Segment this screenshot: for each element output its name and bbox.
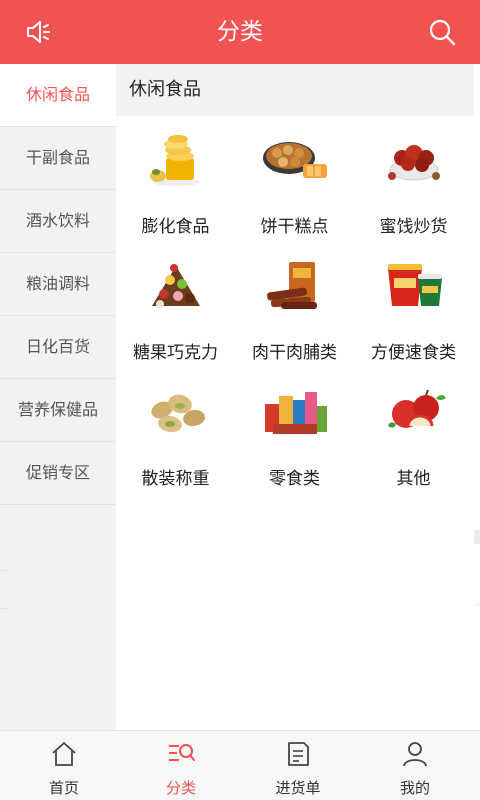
- jerky-icon: [259, 258, 331, 314]
- sidebar-item-label: 营养保健品: [17, 400, 98, 419]
- category-label: 糖果巧克力: [133, 343, 218, 363]
- apple-icon: [378, 384, 450, 440]
- sidebar-item-label: 干副食品: [25, 148, 90, 167]
- category-sidebar: 休闲食品 干副食品 酒水饮料 粮油调料 日化百货 营养保健品 促销专区: [0, 64, 116, 730]
- tab-order-list[interactable]: 进货单: [238, 731, 358, 800]
- section-title: 休闲食品: [116, 64, 474, 116]
- cookies-icon: [259, 132, 331, 188]
- tab-category[interactable]: 分类: [121, 731, 241, 800]
- category-item-instant-food[interactable]: 方便速食类: [354, 242, 473, 368]
- tab-mine[interactable]: 我的: [355, 731, 475, 800]
- sidebar-item-label: 日化百货: [25, 337, 90, 356]
- sidebar-item-label: 休闲食品: [25, 85, 90, 104]
- edge-divider: [0, 570, 8, 571]
- sidebar-item-label: 促销专区: [25, 463, 90, 482]
- scroll-indicator[interactable]: [474, 530, 480, 544]
- category-item-dried-fruit[interactable]: 蜜饯炒货: [354, 116, 473, 242]
- tab-label: 进货单: [275, 779, 321, 797]
- instant-noodle-icon: [378, 258, 450, 314]
- tab-home[interactable]: 首页: [4, 731, 124, 800]
- tab-label: 分类: [165, 779, 196, 797]
- order-list-icon: [284, 740, 312, 768]
- sidebar-item-dry-goods[interactable]: 干副食品: [0, 127, 116, 190]
- search-icon[interactable]: [426, 16, 458, 48]
- page-title: 分类: [217, 19, 263, 45]
- sidebar-item-label: 粮油调料: [25, 274, 90, 293]
- bottom-tab-bar: 首页 分类 进货单 我的: [0, 730, 480, 800]
- sidebar-item-leisure-food[interactable]: 休闲食品: [0, 64, 116, 127]
- sidebar-item-label: 酒水饮料: [25, 211, 90, 230]
- category-label: 零食类: [269, 469, 320, 489]
- category-label: 饼干糕点: [260, 217, 329, 237]
- category-label: 其他: [396, 469, 431, 489]
- chocolate-icon: [140, 258, 212, 314]
- tab-label: 首页: [48, 779, 79, 797]
- category-item-candy-chocolate[interactable]: 糖果巧克力: [116, 242, 235, 368]
- category-item-puffed-food[interactable]: 膨化食品: [116, 116, 235, 242]
- category-label: 蜜饯炒货: [379, 217, 448, 237]
- dried-fruit-icon: [378, 132, 450, 188]
- sidebar-item-promotion[interactable]: 促销专区: [0, 442, 116, 505]
- category-label: 膨化食品: [141, 217, 210, 237]
- tab-label: 我的: [399, 779, 430, 797]
- top-header: 分类: [0, 0, 480, 64]
- category-content: 休闲食品 膨化食品 饼干糕点 蜜饯炒货 糖果巧克力 肉干肉脯类 方便速食类 散装…: [116, 64, 474, 730]
- category-label: 肉干肉脯类: [252, 343, 337, 363]
- scroll-gutter[interactable]: [474, 64, 480, 730]
- category-item-other[interactable]: 其他: [354, 368, 473, 494]
- sidebar-item-health[interactable]: 营养保健品: [0, 379, 116, 442]
- snacks-icon: [259, 384, 331, 440]
- nuts-icon: [140, 384, 212, 440]
- category-item-biscuits[interactable]: 饼干糕点: [235, 116, 354, 242]
- category-item-snacks[interactable]: 零食类: [235, 368, 354, 494]
- category-item-jerky[interactable]: 肉干肉脯类: [235, 242, 354, 368]
- chips-icon: [140, 132, 212, 188]
- category-icon: [167, 740, 195, 768]
- edge-divider: [0, 608, 8, 609]
- sidebar-item-drinks[interactable]: 酒水饮料: [0, 190, 116, 253]
- user-icon: [401, 740, 429, 768]
- sidebar-item-grain-oil[interactable]: 粮油调料: [0, 253, 116, 316]
- edge-divider: [474, 604, 480, 605]
- category-label: 散装称重: [141, 469, 210, 489]
- sidebar-item-daily-goods[interactable]: 日化百货: [0, 316, 116, 379]
- category-label: 方便速食类: [371, 343, 456, 363]
- category-item-bulk[interactable]: 散装称重: [116, 368, 235, 494]
- home-icon: [50, 740, 78, 768]
